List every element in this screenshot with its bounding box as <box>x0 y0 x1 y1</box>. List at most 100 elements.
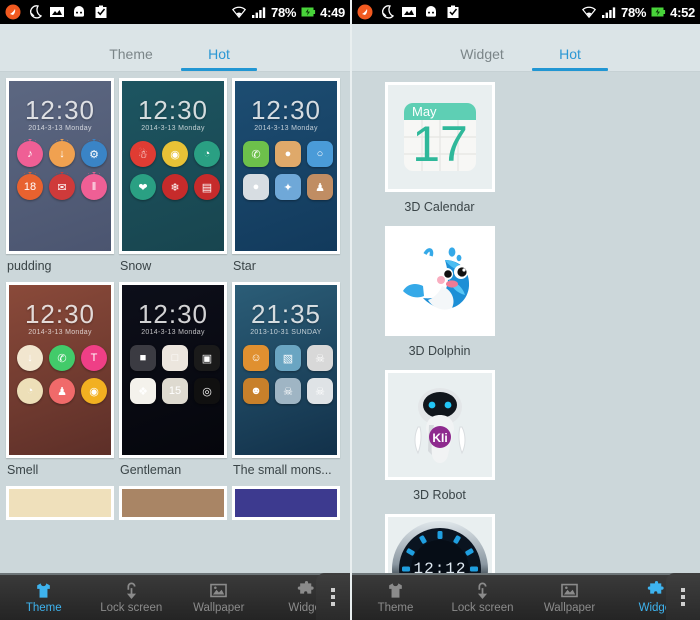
puzzle-icon <box>647 581 664 594</box>
wifi-icon <box>582 6 597 19</box>
preview-app-icon: ♟ <box>307 174 333 200</box>
theme-preview: 12:30 2014-3-13 Monday ☃ ◉ ◔ ❤ ❄ ▤ <box>122 81 224 251</box>
preview-icon-row: ✆ ● ○ ● ✦ ♟ <box>243 141 333 200</box>
theme-label: Snow <box>120 259 152 273</box>
image-icon <box>210 583 228 598</box>
preview-app-icon: ♟ <box>49 378 75 404</box>
theme-item[interactable] <box>232 486 340 520</box>
preview-app-icon: ↓ <box>17 345 43 371</box>
preview-app-icon: ✆ <box>49 345 75 371</box>
preview-app-icon: ▧ <box>275 345 301 371</box>
preview-app-icon: ❤ <box>130 174 156 200</box>
preview-date: 2014-3-13 Monday <box>254 125 318 132</box>
tab-hot[interactable]: Hot <box>175 46 263 71</box>
theme-thumbnail[interactable] <box>232 486 340 520</box>
tshirt-icon <box>389 583 402 598</box>
nav-item-lock-screen[interactable]: Lock screen <box>88 581 176 614</box>
theme-thumbnail[interactable]: 21:35 2013-10-31 SUNDAY ☺ ▧ ☠ ☻ ☠ ☠ <box>232 282 340 458</box>
theme-preview: 12:30 2014-3-13 Monday ↓ ✆ T ◔ ♟ ◉ <box>9 285 111 455</box>
widget-list-scroll-area[interactable]: May 17 3D Calendar 3D Dolphin KIi 3D Rob… <box>352 72 700 573</box>
theme-preview <box>235 489 337 517</box>
theme-thumbnail[interactable]: 12:30 2014-3-13 Monday ✆ ● ○ ● ✦ ♟ <box>232 78 340 254</box>
bottom-nav-right: Theme Lock screen Wallpaper Widget <box>352 573 700 620</box>
tab-theme[interactable]: Theme <box>87 46 175 71</box>
clipboard-check-icon <box>95 5 107 18</box>
theme-thumbnail[interactable] <box>6 486 114 520</box>
theme-item[interactable]: 12:30 2014-3-13 Monday ✆ ● ○ ● ✦ ♟ Star <box>232 78 340 280</box>
widget-label: 3D Calendar <box>404 200 475 214</box>
preview-icon-row: ♪ ↓ ⚙ 18 ✉ ‖ <box>17 141 107 200</box>
widget-label: 3D Dolphin <box>408 344 471 358</box>
tab-widget[interactable]: Widget <box>438 46 526 71</box>
nav-item-theme[interactable]: Theme <box>352 581 439 614</box>
preview-icon-row: ■ □ ▣ ❖ 15 ◎ <box>130 345 220 404</box>
widget-item-calendar[interactable]: May 17 3D Calendar <box>352 82 527 214</box>
overflow-menu-icon[interactable] <box>316 573 350 620</box>
wifi-icon <box>232 6 247 19</box>
widget-thumb: May 17 <box>384 82 495 192</box>
theme-thumbnail[interactable]: 12:30 2014-3-13 Monday ☃ ◉ ◔ ❤ ❄ ▤ <box>119 78 227 254</box>
widget-item-robot[interactable]: KIi 3D Robot <box>352 370 527 502</box>
preview-app-icon: ☺ <box>243 345 269 371</box>
widget-item-dolphin[interactable]: 3D Dolphin <box>352 226 527 358</box>
theme-preview <box>9 489 111 517</box>
dolphin-widget-icon <box>402 247 469 310</box>
nav-label-lock-screen: Lock screen <box>451 602 514 614</box>
theme-label: pudding <box>7 259 52 273</box>
theme-label: Gentleman <box>120 463 182 477</box>
nav-item-wallpaper[interactable]: Wallpaper <box>526 581 613 614</box>
preview-date: 2014-3-13 Monday <box>28 125 92 132</box>
theme-item[interactable] <box>119 486 227 520</box>
moon-icon <box>382 5 395 19</box>
unlock-icon <box>126 582 136 599</box>
svg-text:17: 17 <box>412 116 468 172</box>
preview-app-icon: ○ <box>307 141 333 167</box>
preview-app-icon: ◔ <box>194 141 220 167</box>
theme-thumbnail[interactable] <box>119 486 227 520</box>
preview-app-icon: ◔ <box>17 378 43 404</box>
preview-date: 2013-10-31 SUNDAY <box>250 329 322 336</box>
status-bar-system-icons: 78% 4:52 <box>581 4 695 20</box>
tab-hot[interactable]: Hot <box>526 46 614 71</box>
widget-label: 3D Robot <box>413 488 466 502</box>
preview-app-icon: ↓ <box>49 141 75 167</box>
preview-app-icon: ‖ <box>81 174 107 200</box>
preview-clock: 12:30 <box>24 95 96 125</box>
theme-item[interactable] <box>6 486 114 520</box>
clock-widget-icon: 12:12 JAN. 2 MON <box>391 521 488 573</box>
preview-icon-row: ☺ ▧ ☠ ☻ ☠ ☠ <box>243 345 333 404</box>
photo-icon <box>402 7 416 17</box>
nav-item-wallpaper[interactable]: Wallpaper <box>175 581 263 614</box>
widget-item-clock[interactable]: 12:12 JAN. 2 MON DoubleFacedClock <box>352 514 527 573</box>
preview-clock: 12:30 <box>137 95 209 125</box>
theme-thumbnail[interactable]: 12:30 2014-3-13 Monday ♪ ↓ ⚙ 18 ✉ ‖ <box>6 78 114 254</box>
preview-clock: 12:30 <box>250 95 322 125</box>
preview-app-icon: ■ <box>130 345 156 371</box>
preview-app-icon: ☠ <box>275 378 301 404</box>
overflow-menu-icon[interactable] <box>666 573 700 620</box>
theme-item[interactable]: 12:30 2014-3-13 Monday ■ □ ▣ ❖ 15 ◎ Gentleman <box>119 282 227 484</box>
preview-app-icon: □ <box>162 345 188 371</box>
theme-list-scroll-area[interactable]: 12:30 2014-3-13 Monday ♪ ↓ ⚙ 18 ✉ ‖ pudding 12:30… <box>0 72 350 573</box>
theme-label: Smell <box>7 463 39 477</box>
theme-preview: 12:30 2014-3-13 Monday ✆ ● ○ ● ✦ ♟ <box>235 81 337 251</box>
theme-thumbnail[interactable]: 12:30 2014-3-13 Monday ↓ ✆ T ◔ ♟ ◉ <box>6 282 114 458</box>
orange-badge-icon <box>5 4 21 20</box>
bottom-nav-left: Theme Lock screen Wallpaper Widget <box>0 573 350 620</box>
nav-item-theme[interactable]: Theme <box>0 581 88 614</box>
image-icon <box>561 583 578 598</box>
tab-bar-right: Widget Hot <box>352 24 700 72</box>
preview-app-icon: ◎ <box>194 378 220 404</box>
widget-thumb <box>384 226 495 336</box>
preview-app-icon: ✆ <box>243 141 269 167</box>
theme-item[interactable]: 12:30 2014-3-13 Monday ♪ ↓ ⚙ 18 ✉ ‖ pudding <box>6 78 114 280</box>
theme-grid: 12:30 2014-3-13 Monday ♪ ↓ ⚙ 18 ✉ ‖ pudding 12:30… <box>0 72 350 486</box>
theme-item[interactable]: 12:30 2014-3-13 Monday ↓ ✆ T ◔ ♟ ◉ Smell <box>6 282 114 484</box>
nav-item-lock-screen[interactable]: Lock screen <box>439 581 526 614</box>
preview-icon-row: ↓ ✆ T ◔ ♟ ◉ <box>17 345 107 404</box>
theme-item[interactable]: 12:30 2014-3-13 Monday ☃ ◉ ◔ ❤ ❄ ▤ Snow <box>119 78 227 280</box>
nav-label-theme: Theme <box>25 602 62 614</box>
theme-item[interactable]: 21:35 2013-10-31 SUNDAY ☺ ▧ ☠ ☻ ☠ ☠ The small mo… <box>232 282 340 484</box>
theme-thumbnail[interactable]: 12:30 2014-3-13 Monday ■ □ ▣ ❖ 15 ◎ <box>119 282 227 458</box>
status-bar-notification-icons <box>357 4 461 20</box>
